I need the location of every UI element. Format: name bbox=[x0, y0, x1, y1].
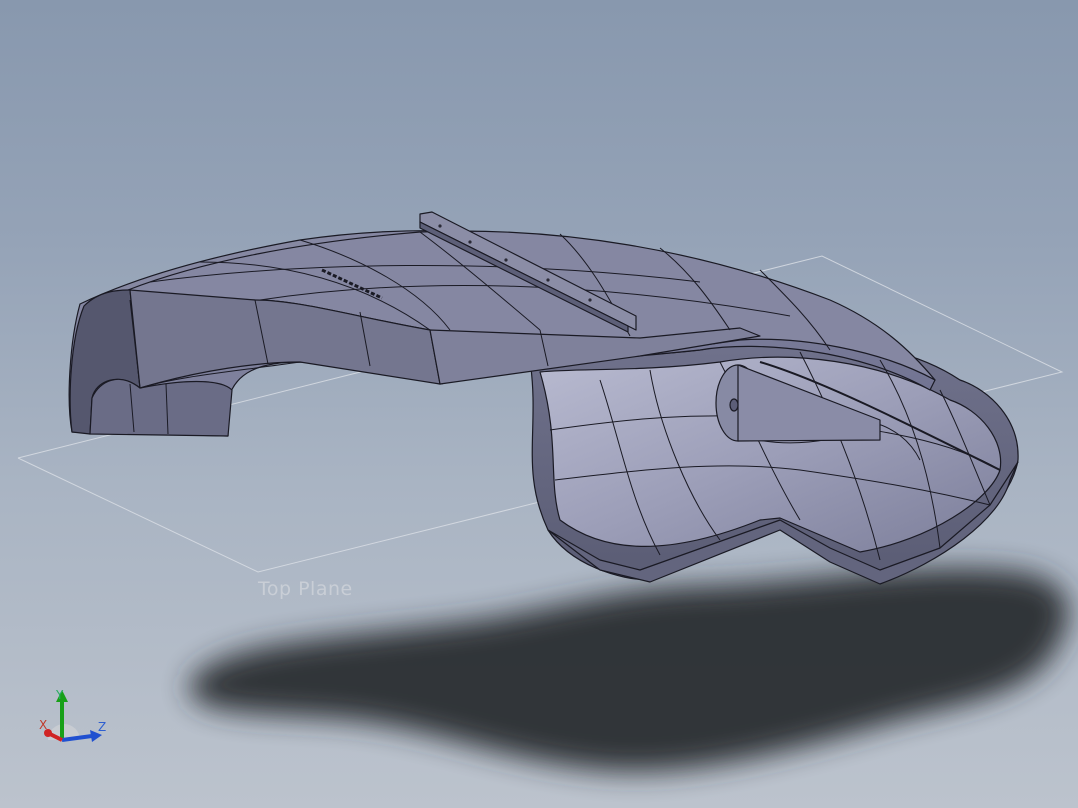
reference-triad[interactable]: X Y Z bbox=[34, 684, 114, 754]
triad-z-label: Z bbox=[98, 720, 107, 734]
triad-x-label: X bbox=[39, 718, 48, 732]
triad-y-label: Y bbox=[56, 688, 64, 702]
top-plane-label: Top Plane bbox=[258, 578, 353, 600]
graphics-viewport[interactable]: Top Plane X Y Z bbox=[0, 0, 1078, 808]
model-view[interactable] bbox=[0, 0, 1078, 808]
part-model[interactable] bbox=[68, 211, 1019, 585]
